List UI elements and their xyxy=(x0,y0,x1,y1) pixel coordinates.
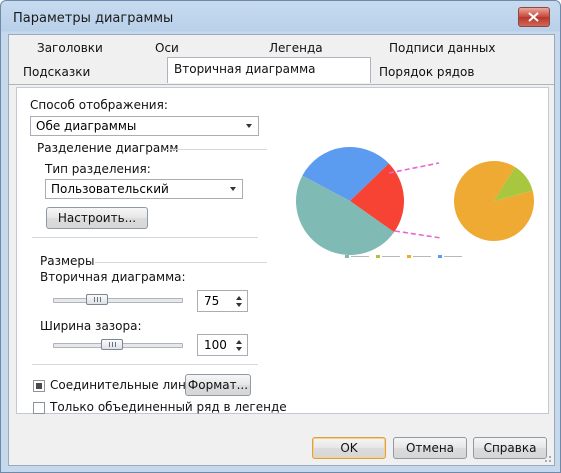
legend-entry-text-1 xyxy=(351,256,369,257)
dialog-window: Параметры диаграммы Заголовки Оси Легенд… xyxy=(0,0,561,473)
sizes-group-label: Размеры xyxy=(40,254,95,268)
merged-series-label: Только объединенный ряд в легенде xyxy=(50,400,287,414)
tab-titles[interactable]: Заголовки xyxy=(31,37,103,59)
close-icon xyxy=(528,12,539,22)
tab-legend[interactable]: Легенда xyxy=(263,37,323,59)
cancel-button[interactable]: Отмена xyxy=(393,437,467,459)
secondary-size-track[interactable] xyxy=(53,298,183,303)
legend-swatch-3 xyxy=(407,255,411,258)
display-mode-label: Способ отображения: xyxy=(30,98,168,112)
chevron-down-icon xyxy=(246,124,252,128)
help-button[interactable]: Справка xyxy=(473,437,547,459)
chart-preview xyxy=(296,147,534,255)
gap-width-slider-thumb[interactable] xyxy=(101,339,124,350)
gap-width-value: 100 xyxy=(204,338,227,352)
secondary-size-value: 75 xyxy=(204,294,220,308)
secondary-size-label: Вторичная диаграмма: xyxy=(40,270,186,284)
secondary-size-stepper[interactable]: 75 xyxy=(197,290,248,312)
gap-width-label: Ширина зазора: xyxy=(40,319,142,333)
tab-secondary-chart[interactable]: Вторичная диаграмма xyxy=(167,57,371,83)
legend-swatch-1 xyxy=(345,255,349,258)
split-type-value: Пользовательский xyxy=(51,182,169,196)
spin-down-icon[interactable] xyxy=(236,347,242,351)
gap-width-stepper[interactable]: 100 xyxy=(197,334,248,356)
chevron-down-icon xyxy=(230,187,236,191)
dialog-body: Заголовки Оси Легенда Подписи данных Под… xyxy=(8,34,555,466)
legend-entry-text-2 xyxy=(382,256,400,257)
ok-button[interactable]: OK xyxy=(312,437,386,459)
options-divider xyxy=(32,364,258,365)
display-mode-value: Обе диаграммы xyxy=(36,119,137,133)
tab-axes[interactable]: Оси xyxy=(149,37,179,59)
tab-series-order[interactable]: Порядок рядов xyxy=(373,61,474,83)
configure-button[interactable]: Настроить... xyxy=(46,207,148,229)
sizes-group-divider xyxy=(95,262,267,263)
split-group-divider xyxy=(167,149,267,150)
secondary-size-slider-thumb[interactable] xyxy=(86,294,108,305)
tab-row-2: Подсказки Вторичная диаграмма Порядок ря… xyxy=(9,57,554,85)
tab-row-1: Заголовки Оси Легенда Подписи данных xyxy=(9,35,554,59)
spin-down-icon[interactable] xyxy=(236,303,242,307)
tab-data-labels[interactable]: Подписи данных xyxy=(383,37,495,59)
format-button[interactable]: Формат... xyxy=(185,374,251,396)
split-type-select[interactable]: Пользовательский xyxy=(45,179,243,199)
merged-series-checkbox[interactable] xyxy=(33,402,45,414)
spin-up-icon[interactable] xyxy=(236,340,242,344)
title-bar: Параметры диаграммы xyxy=(1,1,560,35)
connector-line-bottom xyxy=(394,230,442,239)
legend-entry-text-4 xyxy=(444,256,462,257)
connector-lines-label: Соединительные линии xyxy=(50,378,202,392)
resize-grip-icon[interactable] xyxy=(542,453,552,463)
legend-entry-text-3 xyxy=(413,256,431,257)
close-button[interactable] xyxy=(518,7,550,27)
split-type-label: Тип разделения: xyxy=(45,162,151,176)
tab-tooltips[interactable]: Подсказки xyxy=(17,61,90,83)
dialog-title: Параметры диаграммы xyxy=(13,11,174,26)
secondary-pie xyxy=(454,161,534,241)
primary-pie xyxy=(296,147,404,255)
legend-swatch-4 xyxy=(438,255,442,258)
connector-line-top xyxy=(388,162,440,174)
split-group-label: Разделение диаграмм xyxy=(37,141,179,155)
display-mode-select[interactable]: Обе диаграммы xyxy=(30,116,259,136)
legend-swatch-2 xyxy=(376,255,380,258)
sizes-top-divider xyxy=(32,237,258,238)
connector-lines-checkbox[interactable] xyxy=(33,380,45,392)
spin-up-icon[interactable] xyxy=(236,296,242,300)
